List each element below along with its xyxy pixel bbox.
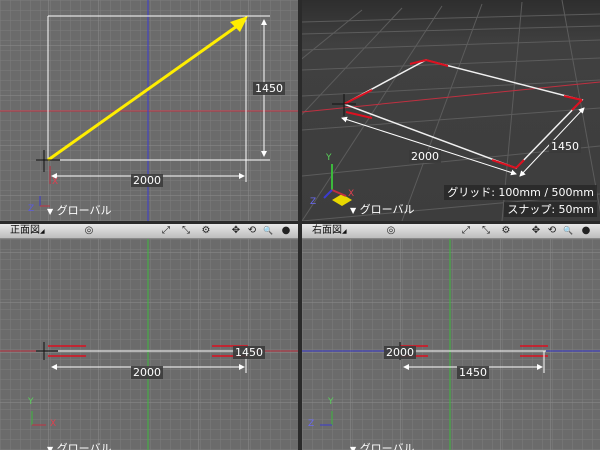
dropdown-triangle-icon: ▼ <box>47 207 54 216</box>
perspective-view-pane[interactable]: Y X Z 2000 1450 グリッド: 100mm / 500mm スナップ… <box>302 0 600 221</box>
right-dimension-label: 1450 <box>233 346 265 359</box>
top-view-canvas[interactable] <box>0 0 298 221</box>
dropdown-triangle-icon: ▼ <box>350 445 357 450</box>
target-icon[interactable]: ◎ <box>83 225 95 237</box>
front-view-canvas[interactable] <box>0 239 298 450</box>
pan-icon[interactable]: ✥ <box>530 225 542 237</box>
depth-dimension-label: 1450 <box>549 140 581 153</box>
fit-view-icon[interactable]: ⤡ <box>480 225 492 237</box>
z-axis-label: Z <box>28 204 35 214</box>
front-view-pane[interactable]: 正面図◢ ◎ ⤢ ⤡ ⚙ ✥ ⟲ 🔍 ● Y X 2000 1450 ▼ グロー… <box>0 224 298 450</box>
dropdown-triangle-icon: ▼ <box>47 445 54 450</box>
grid-info: グリッド: 100mm / 500mm <box>444 185 597 200</box>
y-axis-label: Y <box>326 153 332 163</box>
right-view-canvas[interactable] <box>302 239 600 450</box>
front-view-toolbar: 正面図◢ ◎ ⤢ ⤡ ⚙ ✥ ⟲ 🔍 ● <box>0 224 298 239</box>
view-menu[interactable]: 右面図◢ <box>312 224 347 239</box>
coordinate-system-label[interactable]: ▼ グローバル <box>47 204 112 218</box>
x-axis-label: X <box>52 177 59 187</box>
view-menu[interactable]: 正面図◢ <box>10 224 45 239</box>
target-icon[interactable]: ◎ <box>385 225 397 237</box>
top-view-pane[interactable]: X Z 2000 1450 ▼ グローバル <box>0 0 298 221</box>
height-dimension-label: 1450 <box>253 82 285 95</box>
z-axis-label: Z <box>308 419 315 429</box>
coordinate-system-label[interactable]: ▼ グローバル <box>350 203 415 217</box>
width-dimension-label: 1450 <box>457 366 489 379</box>
menu-corner-icon: ◢ <box>40 228 45 235</box>
settings-icon[interactable]: ⚙ <box>500 225 512 237</box>
zoom-icon[interactable]: 🔍 <box>562 225 574 237</box>
x-axis-label: X <box>348 189 355 199</box>
x-axis-label: X <box>50 419 57 429</box>
left-dimension-label: 2000 <box>384 346 416 359</box>
pan-icon[interactable]: ✥ <box>230 225 242 237</box>
y-axis-label: Y <box>328 397 334 407</box>
orbit-icon[interactable]: ⟲ <box>246 225 258 237</box>
dropdown-triangle-icon: ▼ <box>350 206 357 215</box>
coordinate-system-label[interactable]: ▼ グローバル <box>350 442 415 450</box>
sphere-icon[interactable]: ● <box>280 225 292 237</box>
sphere-icon[interactable]: ● <box>580 225 592 237</box>
width-dimension-label: 2000 <box>131 174 163 187</box>
settings-icon[interactable]: ⚙ <box>200 225 212 237</box>
rotate-view-icon[interactable]: ⤢ <box>460 225 472 237</box>
zoom-icon[interactable]: 🔍 <box>262 225 274 237</box>
rotate-view-icon[interactable]: ⤢ <box>160 225 172 237</box>
width-dimension-label: 2000 <box>131 366 163 379</box>
right-view-pane[interactable]: 右面図◢ ◎ ⤢ ⤡ ⚙ ✥ ⟲ 🔍 ● Y Z 2000 1450 ▼ グロー… <box>302 224 600 450</box>
snap-info: スナップ: 50mm <box>504 202 597 217</box>
y-axis-label: Y <box>28 397 34 407</box>
coordinate-system-label[interactable]: ▼ グローバル <box>47 442 112 450</box>
right-view-toolbar: 右面図◢ ◎ ⤢ ⤡ ⚙ ✥ ⟲ 🔍 ● <box>302 224 600 239</box>
z-axis-label: Z <box>310 197 317 207</box>
orbit-icon[interactable]: ⟲ <box>546 225 558 237</box>
fit-view-icon[interactable]: ⤡ <box>180 225 192 237</box>
width-dimension-label: 2000 <box>409 150 441 163</box>
menu-corner-icon: ◢ <box>342 228 347 235</box>
